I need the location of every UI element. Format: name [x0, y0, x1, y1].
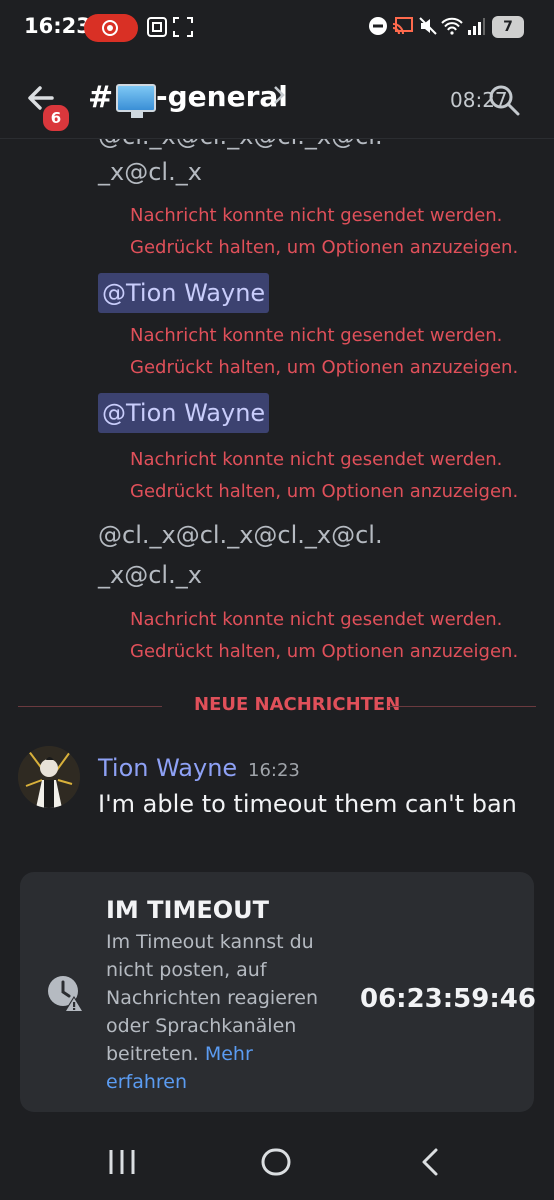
chevron-left-icon — [422, 1148, 438, 1176]
timeout-notice: IM TIMEOUT Im Timeout kannst du nicht po… — [20, 872, 536, 1112]
scan-icon — [172, 16, 194, 45]
signal-icon — [466, 16, 486, 43]
error-text[interactable]: Nachricht konnte nicht gesendet werden. — [130, 444, 502, 476]
error-text[interactable]: Gedrückt halten, um Optionen anzuzeigen. — [130, 232, 518, 264]
error-text[interactable]: Gedrückt halten, um Optionen anzuzeigen. — [130, 476, 518, 508]
message-list[interactable]: @cl._x@cl._x@cl._x@cl. _x@cl._x Nachrich… — [0, 139, 554, 699]
divider-line — [388, 706, 536, 707]
cast-icon — [392, 16, 414, 43]
home-button[interactable] — [256, 1142, 296, 1182]
message-author[interactable]: Tion Wayne — [98, 754, 237, 782]
home-icon — [261, 1148, 291, 1176]
status-bar: 16:23 7 — [0, 0, 554, 58]
error-text[interactable]: Gedrückt halten, um Optionen anzuzeigen. — [130, 636, 518, 668]
error-text[interactable]: Nachricht konnte nicht gesendet werden. — [130, 604, 502, 636]
divider-line — [18, 706, 162, 707]
timeout-title: IM TIMEOUT — [106, 896, 270, 924]
search-icon — [489, 85, 520, 116]
search-button[interactable] — [484, 80, 524, 120]
channel-header: 6 # -general 08:27 — [0, 58, 554, 139]
channel-hash-icon: # — [88, 80, 114, 115]
battery-indicator: 7 — [492, 16, 524, 38]
message-timestamp: 16:23 — [248, 760, 300, 781]
wifi-icon — [440, 16, 464, 43]
dnd-icon — [368, 16, 388, 43]
screenshot-icon — [146, 16, 168, 45]
message-text: _x@cl._x — [98, 561, 202, 589]
clock-warning-icon — [46, 974, 86, 1014]
avatar[interactable] — [18, 746, 80, 808]
error-text[interactable]: Nachricht konnte nicht gesendet werden. — [130, 200, 502, 232]
recent-apps-icon — [109, 1150, 135, 1174]
channel-name[interactable]: -general — [156, 80, 288, 113]
message-text: @cl._x@cl._x@cl._x@cl. — [98, 139, 383, 150]
system-back-button[interactable] — [412, 1142, 452, 1182]
recent-apps-button[interactable] — [102, 1142, 142, 1182]
message-text: _x@cl._x — [98, 158, 202, 186]
user-mention[interactable]: @Tion Wayne — [98, 393, 270, 433]
system-nav-bar — [0, 1120, 554, 1200]
message-text: @cl._x@cl._x@cl._x@cl. — [98, 521, 383, 549]
new-messages-label: NEUE NACHRICHTEN — [194, 694, 401, 715]
timeout-countdown: 06:23:59:46 — [360, 984, 536, 1014]
timeout-description: Im Timeout kannst du nicht posten, auf N… — [106, 928, 338, 1096]
user-mention[interactable]: @Tion Wayne — [98, 273, 270, 313]
status-time: 16:23 — [24, 14, 91, 38]
error-text[interactable]: Nachricht konnte nicht gesendet werden. — [130, 320, 502, 352]
desktop-computer-emoji-icon — [116, 84, 156, 118]
chevron-right-icon[interactable] — [272, 84, 286, 112]
mute-icon — [418, 16, 438, 43]
message-text[interactable]: I'm able to timeout them can't ban — [98, 790, 517, 818]
error-text[interactable]: Gedrückt halten, um Optionen anzuzeigen. — [130, 352, 518, 384]
screen-record-indicator[interactable] — [84, 14, 138, 42]
unread-badge: 6 — [40, 102, 72, 134]
